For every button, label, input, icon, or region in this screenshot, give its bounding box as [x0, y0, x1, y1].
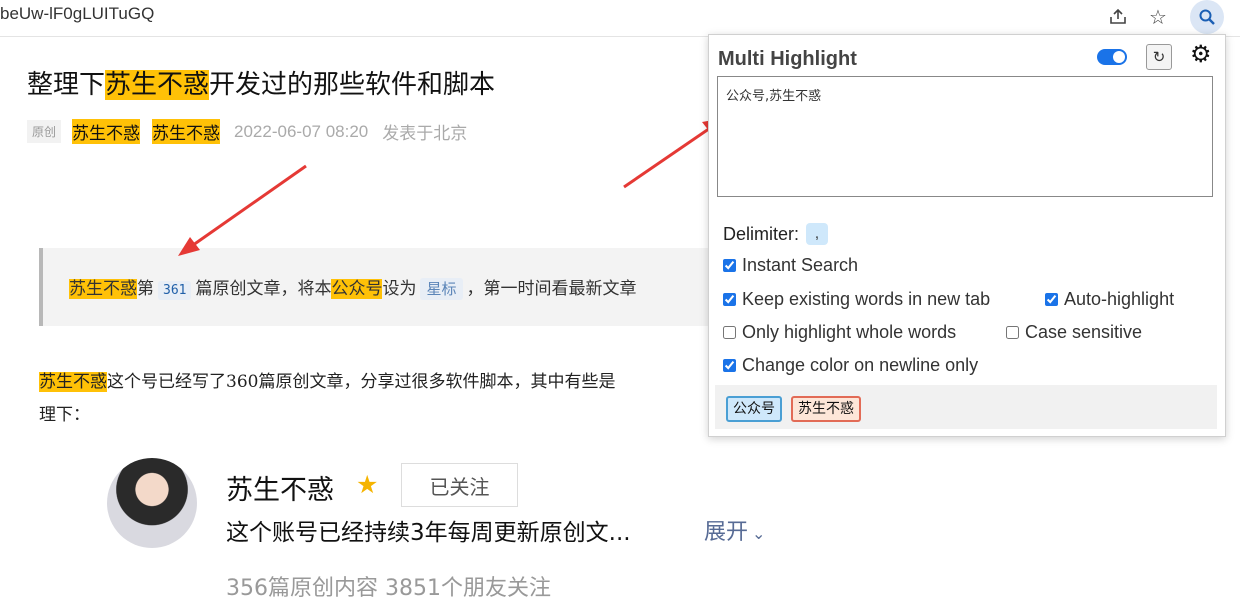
- option-newline-color[interactable]: Change color on newline only: [723, 355, 978, 376]
- instant-search-label: Instant Search: [742, 255, 859, 275]
- delimiter-row: Delimiter: ,: [723, 223, 829, 245]
- whole-words-checkbox[interactable]: [723, 326, 736, 339]
- newline-color-label: Change color on newline only: [742, 355, 979, 375]
- option-instant-search[interactable]: Instant Search: [723, 255, 858, 276]
- keyword-chip[interactable]: 公众号: [726, 396, 782, 422]
- arrow-line-left: [185, 164, 307, 252]
- option-whole-words[interactable]: Only highlight whole words: [723, 322, 956, 343]
- multi-highlight-popup: Multi Highlight ↻ ⚙ Delimiter: , Instant…: [708, 34, 1226, 437]
- newline-color-checkbox[interactable]: [723, 359, 736, 372]
- option-auto-highlight[interactable]: Auto-highlight: [1045, 289, 1174, 310]
- toggle-knob: [1113, 51, 1125, 63]
- enable-toggle[interactable]: [1097, 49, 1127, 65]
- auto-highlight-label: Auto-highlight: [1064, 289, 1175, 309]
- highlight-words-input[interactable]: [717, 76, 1213, 197]
- gear-icon[interactable]: ⚙: [1190, 43, 1212, 67]
- arrow-head-left: [178, 237, 200, 256]
- arrow-line-right: [623, 122, 717, 189]
- keyword-chips-bar: 公众号 苏生不惑: [715, 385, 1217, 429]
- option-case-sensitive[interactable]: Case sensitive: [1006, 322, 1142, 343]
- whole-words-label: Only highlight whole words: [742, 322, 957, 342]
- auto-highlight-checkbox[interactable]: [1045, 293, 1058, 306]
- delimiter-label: Delimiter:: [723, 223, 800, 244]
- keyword-chip[interactable]: 苏生不惑: [791, 396, 861, 422]
- keep-words-checkbox[interactable]: [723, 293, 736, 306]
- option-keep-words[interactable]: Keep existing words in new tab: [723, 289, 990, 310]
- case-sensitive-label: Case sensitive: [1025, 322, 1143, 342]
- keep-words-label: Keep existing words in new tab: [742, 289, 991, 309]
- delimiter-value[interactable]: ,: [806, 223, 829, 245]
- instant-search-checkbox[interactable]: [723, 259, 736, 272]
- refresh-button[interactable]: ↻: [1146, 44, 1172, 70]
- case-sensitive-checkbox[interactable]: [1006, 326, 1019, 339]
- popup-title: Multi Highlight: [718, 48, 857, 70]
